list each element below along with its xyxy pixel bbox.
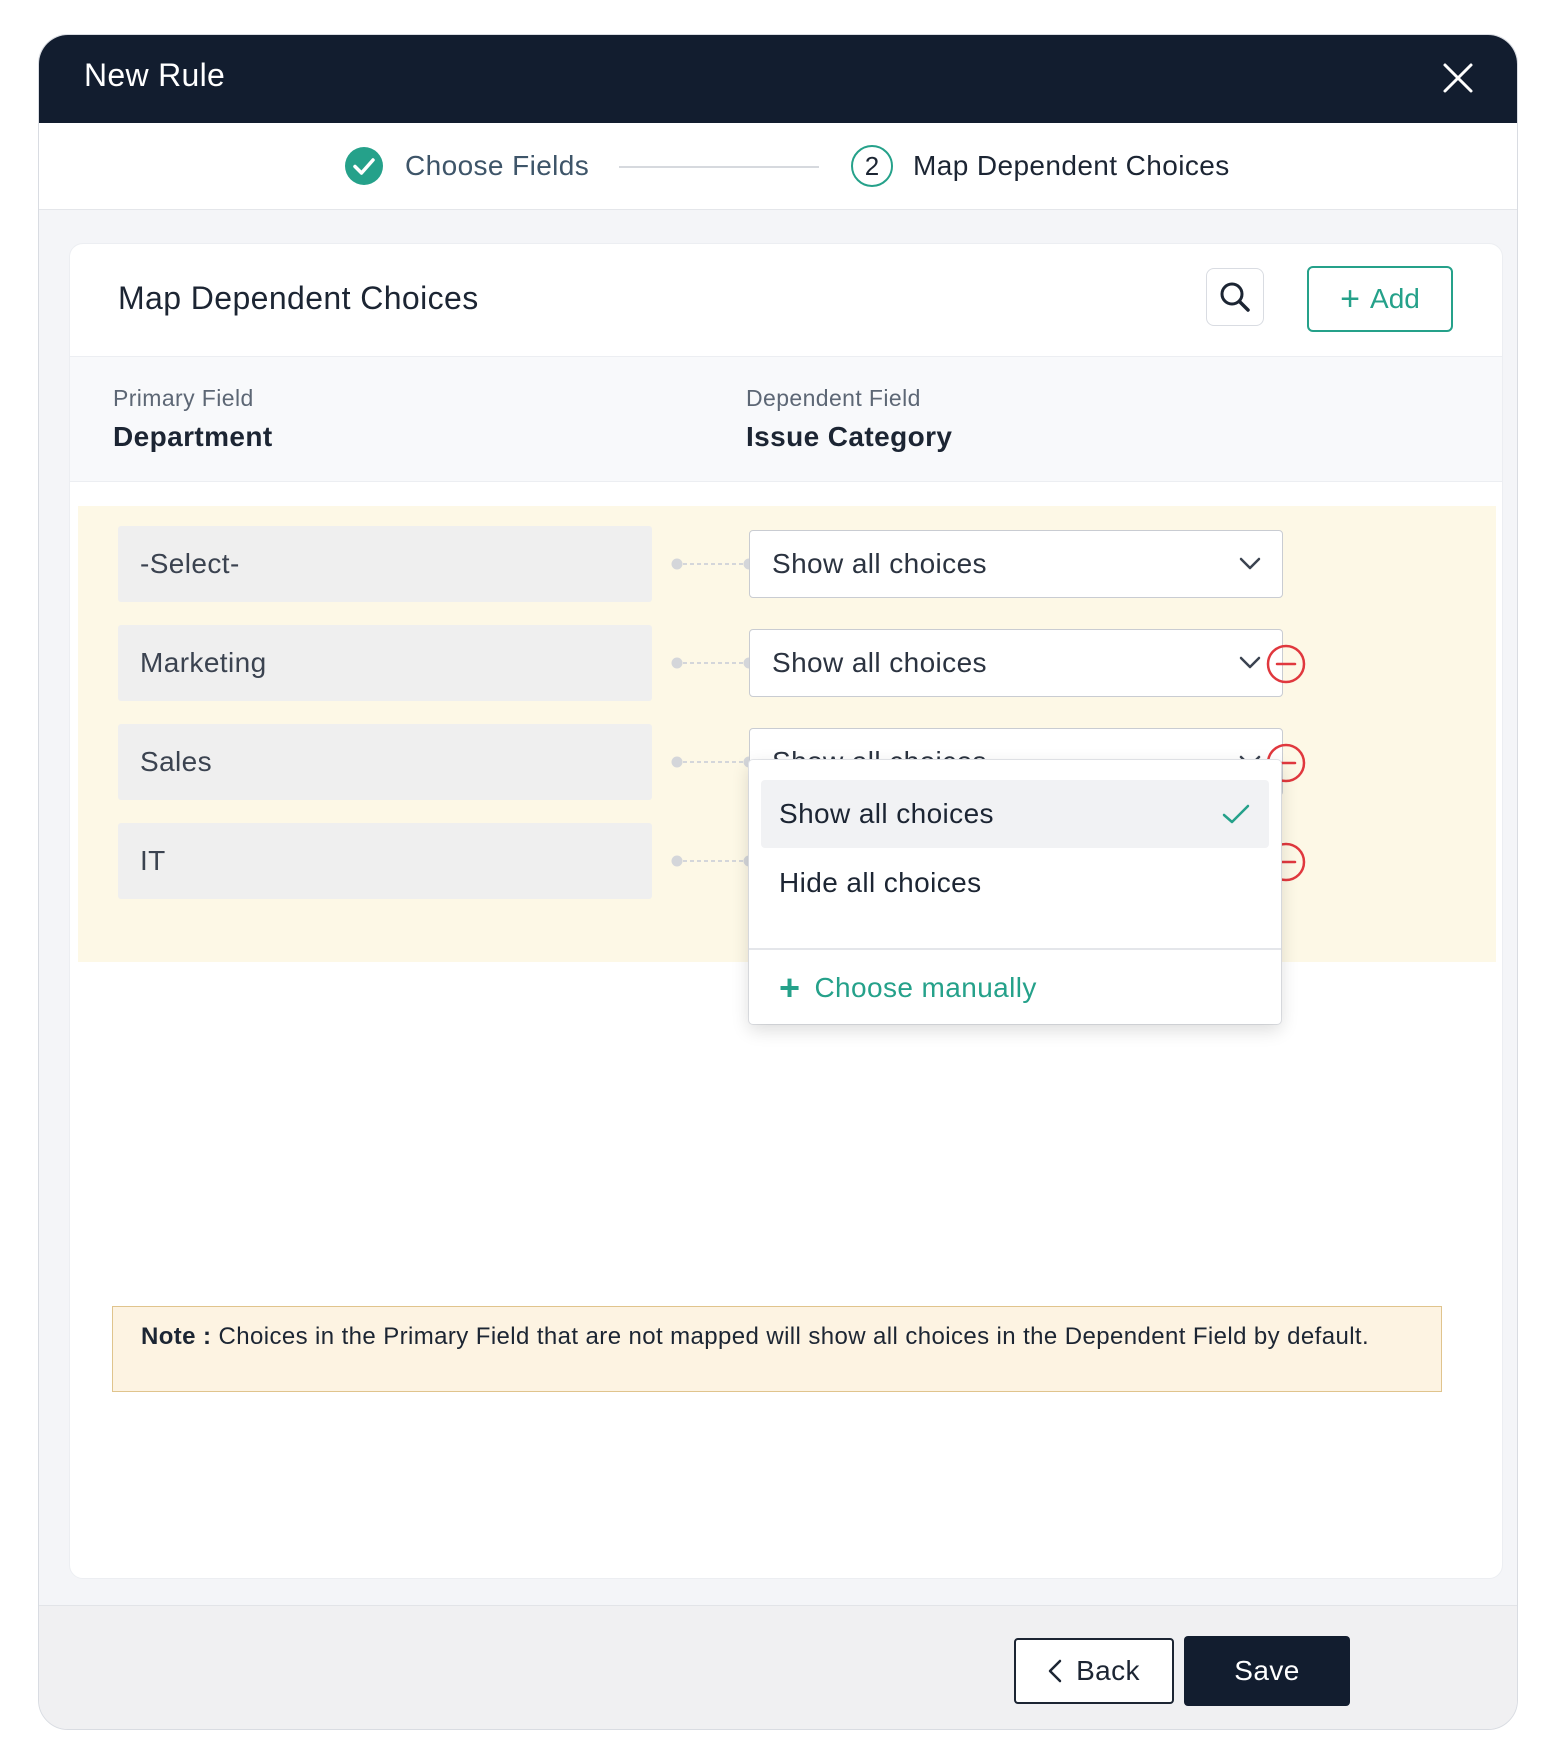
choose-manually-link[interactable]: + Choose manually [779,960,1037,1016]
step-choose-fields[interactable]: Choose Fields [343,145,589,187]
checkmark-icon [1222,804,1250,824]
option-show-all-choices[interactable]: Show all choices [761,780,1269,848]
step-number: 2 [851,145,893,187]
dependent-select-value: Show all choices [772,647,987,678]
new-rule-modal: New Rule Choose Fields 2 Map Dependent C… [38,34,1518,1730]
link-connector-icon [671,558,755,570]
primary-choice: Marketing [118,625,652,701]
option-label: Show all choices [779,798,994,829]
step-label: Choose Fields [405,150,590,181]
modal-header: New Rule [39,35,1517,123]
modal-title: New Rule [84,57,226,93]
plus-icon: + [779,967,801,1008]
check-circle-icon [345,147,383,185]
dependent-select-value: Show all choices [772,548,987,579]
mapping-row: Marketing Show all choices [78,625,1496,701]
primary-field-label: Primary Field [113,385,254,411]
link-connector-icon [671,756,755,768]
mapping-row: -Select- Show all choices [78,526,1496,602]
dependent-select[interactable]: Show all choices [749,629,1283,697]
primary-choice: -Select- [118,526,652,602]
dependent-select[interactable]: Show all choices [749,530,1283,598]
chevron-left-icon [1048,1659,1062,1683]
card-title: Map Dependent Choices [118,280,479,316]
close-button[interactable] [1439,59,1477,97]
back-button-label: Back [1076,1655,1140,1686]
link-connector-icon [671,657,755,669]
dependent-field-label: Dependent Field [746,385,921,411]
modal-footer: Back Save [39,1605,1517,1729]
back-button[interactable]: Back [1014,1638,1174,1704]
save-button-label: Save [1234,1655,1300,1686]
choose-manually-label: Choose manually [814,972,1037,1003]
note-prefix: Note : [141,1323,212,1350]
option-hide-all-choices[interactable]: Hide all choices [761,849,1269,917]
search-icon [1220,282,1250,312]
step-map-dependent-choices[interactable]: 2 Map Dependent Choices [851,145,1230,187]
step-label: Map Dependent Choices [913,150,1230,181]
primary-choice: IT [118,823,652,899]
plus-icon: + [1340,280,1361,318]
dependent-field-value: Issue Category [746,421,953,452]
note-box: Note : Choices in the Primary Field that… [112,1306,1442,1392]
step-connector [619,166,819,168]
chevron-down-icon [1239,557,1261,570]
chevron-down-icon [1239,656,1261,669]
primary-choice: Sales [118,724,652,800]
stepper: Choose Fields 2 Map Dependent Choices [39,123,1517,210]
option-label: Hide all choices [779,867,982,898]
remove-row-icon[interactable] [1265,643,1307,685]
mapping-card: Map Dependent Choices + Add Primary Fiel… [69,243,1503,1579]
fields-header: Primary Field Department Dependent Field… [70,356,1502,482]
choices-dropdown-menu: Show all choices Hide all choices + Choo… [749,760,1281,1024]
note-text: Choices in the Primary Field that are no… [218,1323,1370,1350]
primary-field-value: Department [113,421,273,452]
close-icon [1443,63,1473,93]
save-button[interactable]: Save [1184,1636,1350,1706]
search-button[interactable] [1206,268,1264,326]
dropdown-divider [749,948,1281,950]
add-button[interactable]: + Add [1307,266,1453,332]
link-connector-icon [671,855,755,867]
add-button-label: Add [1370,283,1420,314]
